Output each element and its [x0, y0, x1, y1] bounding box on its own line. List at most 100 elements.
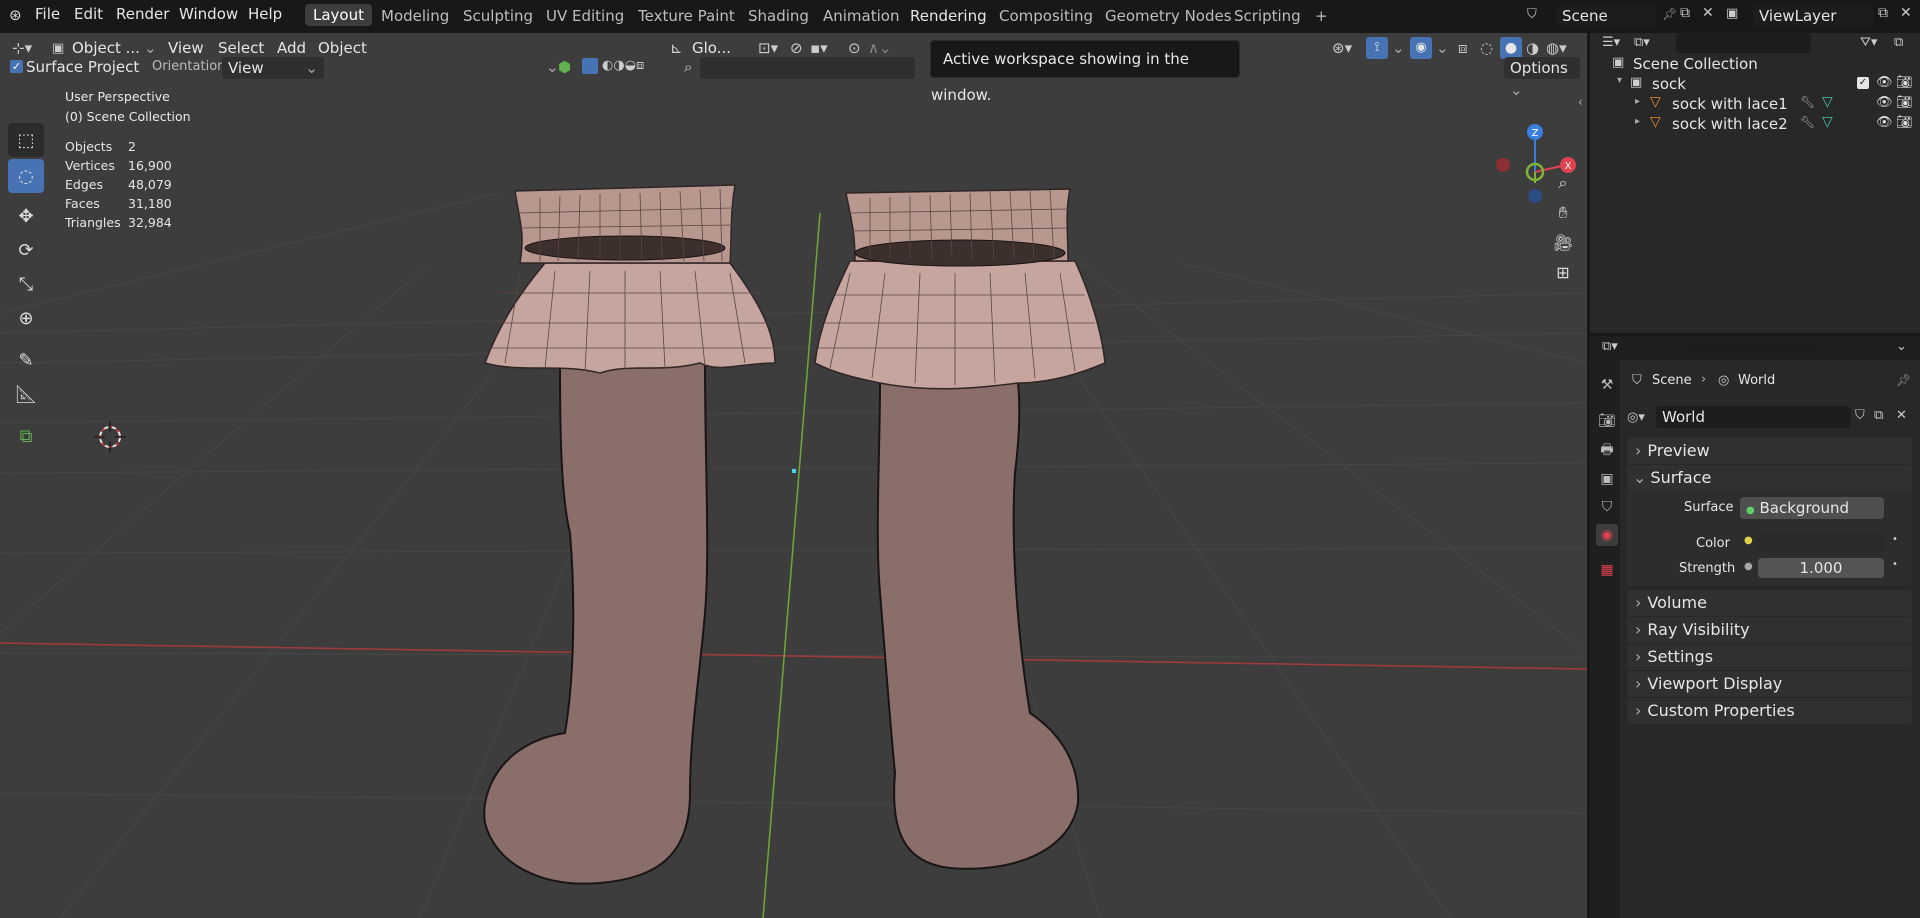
menu-render[interactable]: Render: [116, 5, 169, 23]
modifier-icon[interactable]: 🔧︎: [1800, 115, 1815, 129]
tab-scripting[interactable]: Scripting: [1226, 5, 1309, 27]
tab-sculpting[interactable]: Sculpting: [455, 5, 541, 27]
delete-view-layer-icon[interactable]: ✕: [1900, 5, 1912, 21]
sidebar-toggle-icon[interactable]: ‹: [1578, 95, 1583, 109]
camera-icon[interactable]: 🎥︎: [1548, 233, 1578, 263]
mesh-data-icon[interactable]: ▽: [1822, 114, 1833, 130]
outliner-row-object[interactable]: ▸ ▽ sock with lace1 🔧︎ ▽ 👁︎ 📷︎: [1590, 94, 1920, 114]
rendered-shading-icon[interactable]: ◍▾: [1546, 39, 1567, 57]
select-menu[interactable]: Select: [218, 39, 264, 57]
transform-tool-icon[interactable]: ⊕: [8, 301, 44, 335]
solid-shading-icon[interactable]: ●: [1500, 37, 1522, 59]
color-swatch[interactable]: [1758, 533, 1884, 553]
tab-animation[interactable]: Animation: [815, 5, 907, 27]
chevron-down-icon[interactable]: ⌄: [546, 58, 559, 76]
select-tool-icon[interactable]: ⬚: [8, 123, 44, 157]
select-mode-icon[interactable]: [582, 58, 598, 74]
annotate-tool-icon[interactable]: ✎: [8, 343, 44, 377]
tab-shading[interactable]: Shading: [740, 5, 817, 27]
grid-ortho-icon[interactable]: ⊞: [1548, 263, 1578, 293]
outliner-row-scene-collection[interactable]: ▣ Scene Collection: [1590, 54, 1920, 74]
render-camera-icon[interactable]: 📷︎: [1896, 115, 1913, 130]
viewport-search-input[interactable]: [700, 57, 915, 79]
render-tab-icon[interactable]: 📷︎: [1596, 410, 1618, 432]
chevron-down-icon[interactable]: ⌄: [1392, 39, 1405, 57]
menu-help[interactable]: Help: [248, 5, 282, 23]
new-view-layer-icon[interactable]: ⧉: [1878, 5, 1888, 21]
new-scene-icon[interactable]: ⧉: [1680, 5, 1690, 21]
visibility-icon[interactable]: ⊛▾: [1332, 39, 1352, 57]
keyframe-dot-icon[interactable]: •: [1892, 559, 1898, 570]
outliner-row-object[interactable]: ▸ ▽ sock with lace2 🔧︎ ▽ 👁︎ 📷︎: [1590, 114, 1920, 134]
select-modes-icon[interactable]: ◐◑◒⧈: [602, 58, 644, 73]
eye-icon[interactable]: 👁︎: [1876, 115, 1893, 130]
pivot-icon[interactable]: ⊡▾: [758, 39, 778, 57]
render-camera-icon[interactable]: 📷︎: [1896, 95, 1913, 110]
world-datablock-icon[interactable]: ◎▾: [1627, 410, 1645, 425]
tool-tab-icon[interactable]: ⚒: [1596, 374, 1618, 396]
surface-shader-field[interactable]: ● Background: [1740, 497, 1884, 519]
scale-tool-icon[interactable]: ⤡: [8, 267, 44, 301]
menu-edit[interactable]: Edit: [74, 5, 103, 23]
outliner-editor-icon[interactable]: ☰▾: [1602, 35, 1620, 50]
panel-custom-properties[interactable]: › Custom Properties: [1627, 698, 1912, 724]
object-menu[interactable]: Object: [318, 39, 367, 57]
rotate-tool-icon[interactable]: ⟳: [8, 233, 44, 267]
expand-icon[interactable]: ▸: [1635, 116, 1640, 127]
snap-target-icon[interactable]: ▪▾: [810, 39, 828, 57]
mode-dropdown[interactable]: Object ...: [72, 39, 140, 57]
panel-ray-visibility[interactable]: › Ray Visibility: [1627, 617, 1912, 643]
object-types-icon[interactable]: ⬢: [558, 58, 571, 76]
xray-icon[interactable]: ⧈: [1458, 39, 1468, 57]
options-dropdown[interactable]: Options ⌄: [1504, 57, 1580, 99]
fake-user-icon[interactable]: ⛉: [1855, 408, 1865, 423]
menu-file[interactable]: File: [35, 5, 60, 23]
wireframe-shading-icon[interactable]: ◌: [1480, 39, 1493, 57]
delete-scene-icon[interactable]: ✕: [1702, 5, 1714, 21]
add-menu[interactable]: Add: [277, 39, 306, 57]
zoom-icon[interactable]: ⌕: [1548, 173, 1578, 203]
world-name-field[interactable]: World: [1656, 406, 1851, 428]
gizmo-toggle-icon[interactable]: ⟟: [1366, 37, 1388, 59]
exclude-checkbox[interactable]: ✓: [1857, 77, 1869, 89]
pin-icon[interactable]: 📌︎: [1896, 373, 1911, 387]
properties-editor-icon[interactable]: ⧉▾: [1602, 339, 1618, 354]
add-workspace-button[interactable]: +: [1307, 5, 1336, 27]
view-layer-icon[interactable]: ▣: [1726, 6, 1738, 21]
world-tab-icon[interactable]: ◉: [1596, 524, 1618, 546]
view-menu[interactable]: View: [168, 39, 204, 57]
view-layer-field[interactable]: ViewLayer: [1753, 5, 1873, 27]
tab-compositing[interactable]: Compositing: [991, 5, 1101, 27]
expand-icon[interactable]: ▸: [1635, 96, 1640, 107]
keyframe-dot-icon[interactable]: •: [1892, 534, 1898, 545]
unlink-world-icon[interactable]: ✕: [1896, 408, 1907, 423]
pan-hand-icon[interactable]: ✋︎: [1548, 203, 1578, 233]
expand-icon[interactable]: ▾: [1617, 75, 1622, 86]
select-circle-tool-icon[interactable]: ◌: [8, 159, 44, 193]
measure-tool-icon[interactable]: 📐︎: [8, 377, 44, 411]
properties-search-input[interactable]: [1682, 337, 1817, 357]
falloff-icon[interactable]: ∧⌄: [868, 39, 892, 57]
render-camera-icon[interactable]: 📷︎: [1896, 75, 1913, 90]
outliner-search-input[interactable]: [1676, 33, 1811, 53]
overlay-toggle-icon[interactable]: ◉: [1410, 37, 1432, 59]
new-collection-icon[interactable]: ⧉: [1894, 35, 1903, 50]
scene-field[interactable]: Scene: [1556, 5, 1656, 27]
viewport-3d[interactable]: ⊹▾ ▣ Object ... ⌄ View Select Add Object…: [0, 33, 1587, 918]
add-cube-tool-icon[interactable]: ⧉: [8, 419, 44, 453]
move-tool-icon[interactable]: ✥: [8, 199, 44, 233]
editor-type-icon[interactable]: ⊹▾: [12, 39, 32, 57]
orientation-dropdown[interactable]: View ⌄: [222, 57, 324, 79]
eye-icon[interactable]: 👁︎: [1876, 95, 1893, 110]
view-layer-tab-icon[interactable]: ▣: [1596, 468, 1618, 490]
eye-icon[interactable]: 👁︎: [1876, 75, 1893, 90]
snap-icon[interactable]: ⊘: [790, 39, 803, 57]
material-shading-icon[interactable]: ◑: [1526, 39, 1539, 57]
outliner-row-sock[interactable]: ▾ ▣ sock ✓ 👁︎ 📷︎: [1590, 74, 1920, 94]
strength-field[interactable]: 1.000: [1758, 558, 1884, 578]
proportional-edit-icon[interactable]: ⊙: [848, 39, 861, 57]
filter-icon[interactable]: ⛛▾: [1860, 35, 1877, 50]
tab-uv-editing[interactable]: UV Editing: [538, 5, 632, 27]
panel-volume[interactable]: › Volume: [1627, 590, 1912, 616]
panel-preview[interactable]: › Preview: [1627, 438, 1912, 464]
